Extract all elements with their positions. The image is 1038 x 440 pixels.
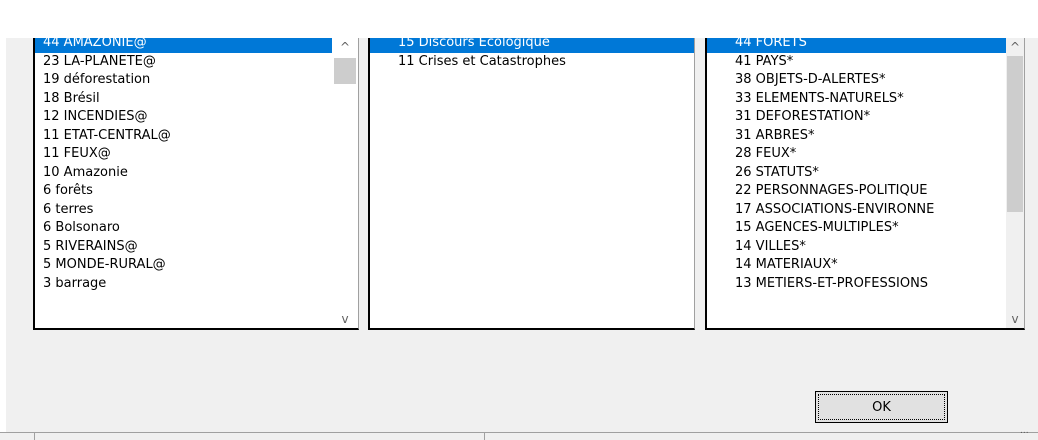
list-item[interactable]: 18 Brésil [35,90,332,109]
list-item[interactable]: 5 RIVERAINS@ [35,238,332,257]
left-edge [0,0,6,439]
list-item[interactable]: 23 LA-PLANETE@ [35,53,332,72]
list-item[interactable]: 10 Amazonie [35,164,332,183]
list-item[interactable]: 26 STATUTS* [707,164,1006,183]
chevron-down-icon[interactable]: v [332,310,358,328]
list-item[interactable]: 13 METIERS-ET-PROFESSIONS [707,275,1006,294]
list-item[interactable]: 5 MONDE-RURAL@ [35,256,332,275]
chevron-down-icon[interactable]: v [1006,310,1024,328]
list-item[interactable]: 19 déforestation [35,71,332,90]
list-item[interactable]: 6 terres [35,201,332,220]
list-item[interactable]: 44 FORETS [707,38,1006,53]
list-item[interactable]: 6 forêts [35,182,332,201]
list-item[interactable]: 15 AGENCES-MULTIPLES* [707,219,1006,238]
list-item[interactable]: 14 MATERIAUX* [707,256,1006,275]
list-item[interactable]: 28 FEUX* [707,145,1006,164]
listbox-items: 44 AMAZONIE@ 23 LA-PLANETE@ 19 déforestati… [35,38,332,293]
vertical-scrollbar[interactable]: ^ v [332,38,358,328]
list-item[interactable]: 11 ETAT-CENTRAL@ [35,127,332,146]
listbox-collections[interactable]: 44 FORETS 41 PAYS* 38 OBJETS-D-ALERTES* 33 … [705,38,1025,330]
list-item[interactable]: 31 DEFORESTATION* [707,108,1006,127]
listbox-lexicon[interactable]: 44 AMAZONIE@ 23 LA-PLANETE@ 19 déforestati… [33,38,359,330]
list-item[interactable]: 33 ELEMENTS-NATURELS* [707,90,1006,109]
list-item[interactable]: 41 PAYS* [707,53,1006,72]
list-item[interactable]: 12 INCENDIES@ [35,108,332,127]
list-item[interactable]: 3 barrage [35,275,332,294]
list-item[interactable]: 44 AMAZONIE@ [35,38,332,53]
list-item[interactable]: 11 FEUX@ [35,145,332,164]
top-strip [0,0,1038,38]
scrollbar-thumb[interactable] [334,58,356,84]
list-item[interactable]: 11 Crises et Catastrophes [370,53,694,72]
ok-button[interactable]: OK [815,391,948,423]
list-item[interactable]: 14 VILLES* [707,238,1006,257]
scrollbar-thumb[interactable] [1007,56,1023,212]
vertical-scrollbar[interactable]: ^ v [1006,38,1024,328]
list-item[interactable]: 17 ASSOCIATIONS-ENVIRONNE [707,201,1006,220]
list-item[interactable]: 15 Discours Ecologique [370,38,694,53]
list-item[interactable]: 31 ARBRES* [707,127,1006,146]
list-item[interactable]: 22 PERSONNAGES-POLITIQUE [707,182,1006,201]
corner-mark: ... [1020,426,1029,436]
listbox-categories[interactable]: 15 Discours Ecologique 11 Crises et Catas… [368,38,695,330]
list-item[interactable]: 38 OBJETS-D-ALERTES* [707,71,1006,90]
listbox-items: 44 FORETS 41 PAYS* 38 OBJETS-D-ALERTES* 33 … [707,38,1006,293]
listbox-items: 15 Discours Ecologique 11 Crises et Catas… [370,38,694,71]
chevron-up-icon[interactable]: ^ [332,38,358,56]
chevron-up-icon[interactable]: ^ [1006,38,1024,56]
list-item[interactable]: 6 Bolsonaro [35,219,332,238]
